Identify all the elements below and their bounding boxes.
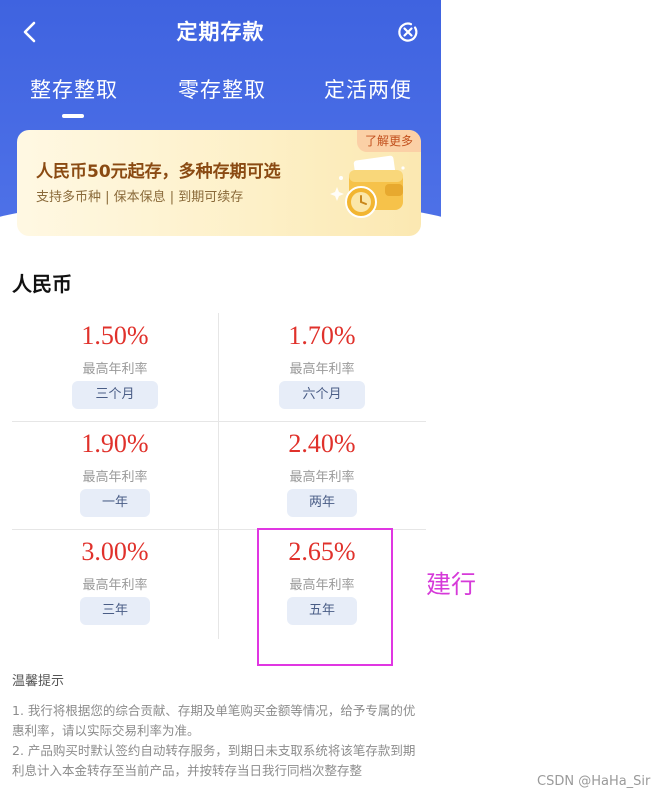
rate-label: 最高年利率 (289, 470, 355, 485)
rate-value: 1.70% (288, 321, 356, 350)
rate-value: 1.50% (81, 321, 149, 350)
close-circle-icon[interactable] (396, 20, 420, 44)
top-bar: 定期存款 (0, 0, 441, 62)
rate-label: 最高年利率 (289, 362, 355, 377)
tip-item-2: 2. 产品购买时默认签约自动转存服务，到期日未支取系统将该笔存款到期利息计入本金… (12, 743, 416, 778)
rate-value: 2.40% (288, 429, 356, 458)
rate-card-1-year[interactable]: 1.90% 最高年利率 一年 (12, 421, 218, 529)
tips-title: 温馨提示 (12, 674, 65, 689)
active-tab-indicator (62, 114, 84, 118)
rate-value: 3.00% (81, 537, 149, 566)
deposit-type-tabs: 整存整取 零存整取 定活两便 (0, 74, 441, 118)
phone-screen: 定期存款 整存整取 零存整取 定活两便 人民币50元起存，多种存期可选 支持多币… (0, 0, 441, 798)
term-badge: 三个月 (72, 381, 158, 409)
term-badge: 六个月 (279, 381, 365, 409)
annotation-label: 建行 (426, 570, 477, 599)
watermark: CSDN @HaHa_Sir (537, 774, 651, 789)
wallet-clock-illustration (330, 155, 405, 218)
term-badge: 三年 (80, 597, 150, 625)
rate-card-6-months[interactable]: 1.70% 最高年利率 六个月 (219, 313, 425, 421)
tip-item-1: 1. 我行将根据您的综合贡献、存期及单笔购买金额等情况，给予专属的优惠利率，请以… (12, 703, 416, 738)
rate-card-3-years[interactable]: 3.00% 最高年利率 三年 (12, 529, 218, 637)
banner-subtitle: 支持多币种 | 保本保息 | 到期可续存 (36, 190, 244, 205)
banner-title: 人民币50元起存，多种存期可选 (36, 162, 281, 182)
rate-card-2-years[interactable]: 2.40% 最高年利率 两年 (219, 421, 425, 529)
tab-installment[interactable]: 零存整取 (178, 74, 266, 104)
tab-lump-sum[interactable]: 整存整取 (30, 74, 118, 104)
rate-label: 最高年利率 (82, 470, 148, 485)
rate-card-3-months[interactable]: 1.50% 最高年利率 三个月 (12, 313, 218, 421)
rate-value: 1.90% (81, 429, 149, 458)
rate-label: 最高年利率 (82, 578, 148, 593)
promo-banner[interactable]: 人民币50元起存，多种存期可选 支持多币种 | 保本保息 | 到期可续存 了解更… (17, 130, 421, 236)
term-badge: 一年 (80, 489, 150, 517)
tab-flexible[interactable]: 定活两便 (324, 74, 412, 104)
highlight-box (257, 528, 393, 666)
term-badge: 两年 (287, 489, 357, 517)
rate-label: 最高年利率 (82, 362, 148, 377)
page-title: 定期存款 (176, 20, 265, 44)
currency-title: 人民币 (12, 272, 72, 296)
